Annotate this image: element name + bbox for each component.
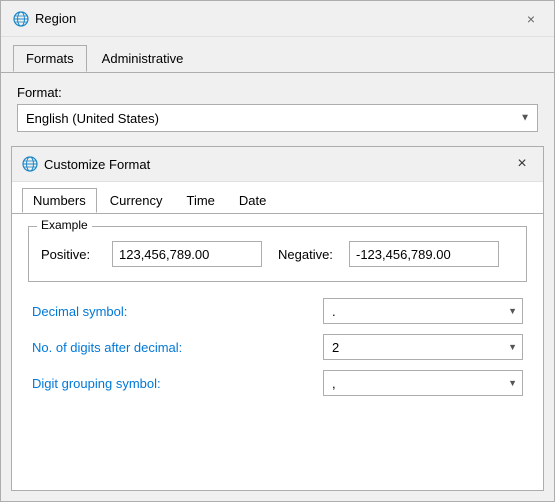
- tab-formats[interactable]: Formats: [13, 45, 87, 72]
- decimal-symbol-row: Decimal symbol: ., ▼: [28, 298, 527, 324]
- customize-content: Example Positive: Negative: Decimal symb…: [12, 214, 543, 490]
- negative-value-input[interactable]: [349, 241, 499, 267]
- window-title: Region: [35, 11, 76, 26]
- tab-time[interactable]: Time: [176, 188, 226, 213]
- region-window: Region × Formats Administrative Format: …: [0, 0, 555, 502]
- digit-grouping-symbol-select[interactable]: ,. None: [323, 370, 523, 396]
- title-bar-left: Region: [13, 11, 76, 27]
- inner-tabs: Numbers Currency Time Date: [12, 182, 543, 214]
- tab-date[interactable]: Date: [228, 188, 277, 213]
- example-group: Example Positive: Negative:: [28, 226, 527, 282]
- digits-after-decimal-select[interactable]: 01234: [323, 334, 523, 360]
- tab-currency[interactable]: Currency: [99, 188, 174, 213]
- tab-numbers[interactable]: Numbers: [22, 188, 97, 213]
- format-select-wrapper: English (United States)English (United K…: [17, 104, 538, 132]
- digits-after-decimal-row: No. of digits after decimal: 01234 ▼: [28, 334, 527, 360]
- region-icon: [13, 11, 29, 27]
- digit-grouping-symbol-row: Digit grouping symbol: ,. None ▼: [28, 370, 527, 396]
- example-row: Positive: Negative:: [41, 241, 514, 267]
- window-close-button[interactable]: ×: [520, 8, 542, 30]
- digit-grouping-symbol-label: Digit grouping symbol:: [32, 376, 161, 391]
- decimal-symbol-label: Decimal symbol:: [32, 304, 127, 319]
- customize-dialog-title: Customize Format: [44, 157, 150, 172]
- format-label: Format:: [17, 85, 538, 100]
- decimal-symbol-select[interactable]: .,: [323, 298, 523, 324]
- negative-label: Negative:: [278, 247, 333, 262]
- customize-close-button[interactable]: ×: [511, 153, 533, 175]
- customize-dialog: Customize Format × Numbers Currency Time…: [11, 146, 544, 491]
- digits-after-decimal-label: No. of digits after decimal:: [32, 340, 182, 355]
- positive-value-input[interactable]: [112, 241, 262, 267]
- customize-title-left: Customize Format: [22, 156, 150, 172]
- decimal-symbol-select-wrapper: ., ▼: [323, 298, 523, 324]
- customize-globe-icon: [22, 156, 38, 172]
- positive-label: Positive:: [41, 247, 96, 262]
- format-section: Format: English (United States)English (…: [1, 73, 554, 142]
- digits-after-decimal-select-wrapper: 01234 ▼: [323, 334, 523, 360]
- tab-administrative[interactable]: Administrative: [89, 45, 197, 72]
- title-bar: Region ×: [1, 1, 554, 37]
- format-select[interactable]: English (United States)English (United K…: [17, 104, 538, 132]
- example-legend: Example: [37, 218, 92, 232]
- customize-title-bar: Customize Format ×: [12, 147, 543, 182]
- digit-grouping-symbol-select-wrapper: ,. None ▼: [323, 370, 523, 396]
- outer-tabs: Formats Administrative: [1, 37, 554, 73]
